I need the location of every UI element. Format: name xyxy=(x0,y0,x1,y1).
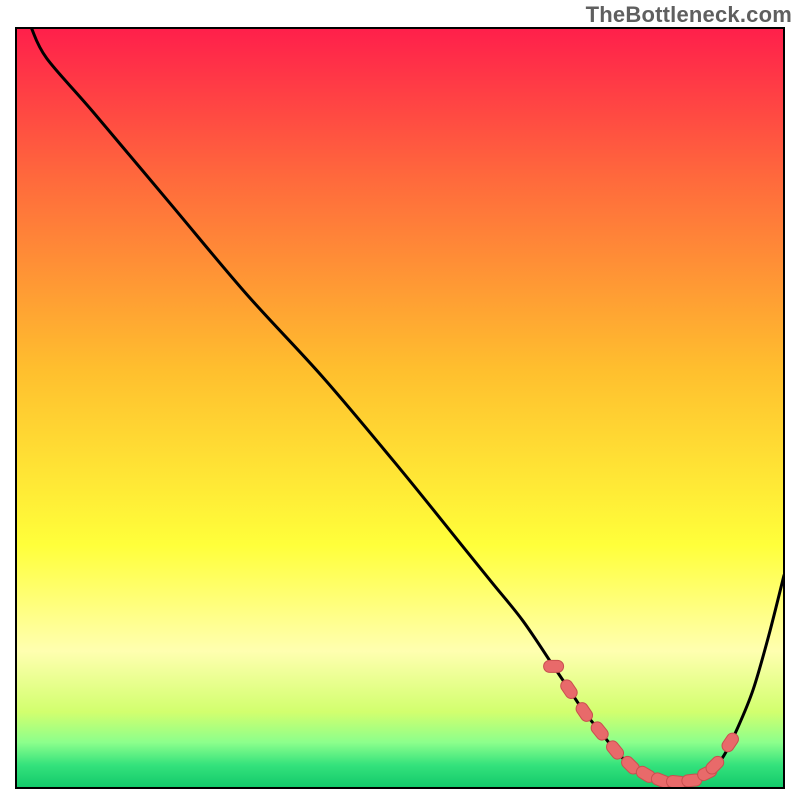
gradient-background xyxy=(16,28,784,788)
optimal-marker xyxy=(544,660,564,672)
bottleneck-chart xyxy=(0,0,800,800)
chart-container: TheBottleneck.com xyxy=(0,0,800,800)
watermark-text: TheBottleneck.com xyxy=(586,2,792,28)
